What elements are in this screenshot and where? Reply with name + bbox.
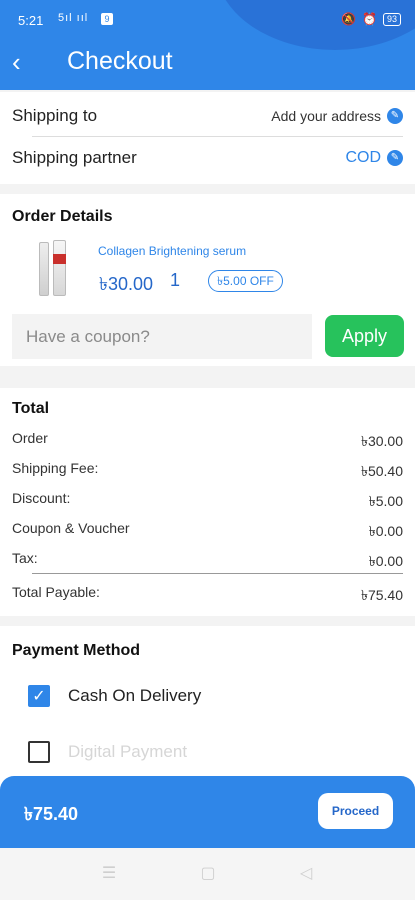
shipping-to-value[interactable]: Add your address ✎ xyxy=(271,108,403,124)
row-value: ৳30.00 xyxy=(360,433,403,449)
row-label: Order xyxy=(12,430,48,446)
divider xyxy=(32,573,403,574)
total-payable-value: ৳75.40 xyxy=(360,587,403,603)
payment-option-cod[interactable]: ✓ Cash On Delivery xyxy=(28,684,201,708)
checkout-bar: ৳75.40 Proceed xyxy=(0,776,415,848)
discount-badge: ৳5.00 OFF xyxy=(208,270,283,292)
payment-method-heading: Payment Method xyxy=(12,642,141,659)
system-nav-bar: ☰ ▢ ◁ xyxy=(0,848,415,900)
total-payable-label: Total Payable: xyxy=(12,584,100,600)
order-details-heading: Order Details xyxy=(12,208,113,225)
checkbox-checked-icon[interactable]: ✓ xyxy=(28,685,50,707)
total-row-coupon: Coupon & Voucher ৳0.00 xyxy=(12,520,403,540)
status-time: 5:21 xyxy=(18,13,44,28)
product-quantity: 1 xyxy=(170,270,181,290)
payable-amount: ৳75.40 xyxy=(24,804,79,824)
back-arrow-icon[interactable]: ‹ xyxy=(12,48,36,76)
row-label: Shipping Fee: xyxy=(12,460,99,476)
address-text: Add your address xyxy=(271,108,381,124)
payment-option-label: Cash On Delivery xyxy=(68,686,202,705)
alarm-icon: ⏰ xyxy=(362,12,377,26)
total-row-tax: Tax: ৳0.00 xyxy=(12,550,403,570)
shipping-partner-row[interactable]: Shipping partner COD ✎ xyxy=(12,138,403,178)
row-label: Coupon & Voucher xyxy=(12,520,130,536)
page-title: Checkout xyxy=(67,47,173,75)
product-name[interactable]: Collagen Brightening serum xyxy=(98,244,246,258)
home-icon[interactable]: ▢ xyxy=(196,862,220,886)
proceed-button[interactable]: Proceed xyxy=(318,793,393,829)
payment-method-section: Payment Method ✓ Cash On Delivery Digita… xyxy=(0,626,415,786)
row-label: Discount: xyxy=(12,490,71,506)
total-row-order: Order ৳30.00 xyxy=(12,430,403,450)
row-value: ৳0.00 xyxy=(368,523,403,539)
checkbox-unchecked-icon[interactable] xyxy=(28,741,50,763)
row-label: Tax: xyxy=(12,550,38,566)
row-value: ৳5.00 xyxy=(368,493,403,509)
status-right-icons: 🔕 ⏰ 93 xyxy=(341,12,401,26)
shipping-section: Shipping to Add your address ✎ Shipping … xyxy=(0,92,415,184)
product-image xyxy=(36,238,70,298)
total-row-shipping: Shipping Fee: ৳50.40 xyxy=(12,460,403,480)
app-header: 5:21 5ıl ııl 9 🔕 ⏰ 93 ‹ Checkout xyxy=(0,0,415,90)
total-row-discount: Discount: ৳5.00 xyxy=(12,490,403,510)
back-triangle-icon[interactable]: ◁ xyxy=(294,862,318,886)
edit-icon[interactable]: ✎ xyxy=(387,108,403,124)
edit-icon[interactable]: ✎ xyxy=(387,150,403,166)
product-price: ৳30.00 xyxy=(99,274,154,294)
divider xyxy=(32,136,403,137)
total-payable-row: Total Payable: ৳75.40 xyxy=(12,584,403,604)
partner-text: COD xyxy=(345,149,381,166)
sim-badge: 9 xyxy=(101,13,113,25)
total-section: Total Order ৳30.00 Shipping Fee: ৳50.40 … xyxy=(0,388,415,616)
signal-icon: 5ıl ııl xyxy=(58,12,89,24)
apply-button[interactable]: Apply xyxy=(325,315,404,357)
shipping-partner-value[interactable]: COD ✎ xyxy=(345,149,403,167)
coupon-input[interactable] xyxy=(12,314,312,359)
shipping-to-row[interactable]: Shipping to Add your address ✎ xyxy=(12,96,403,136)
shipping-partner-label: Shipping partner xyxy=(12,148,137,167)
total-heading: Total xyxy=(12,400,50,417)
status-bar: 5:21 5ıl ııl 9 🔕 ⏰ 93 xyxy=(0,0,415,38)
order-details-section: Order Details Collagen Brightening serum… xyxy=(0,194,415,366)
shipping-to-label: Shipping to xyxy=(12,106,98,125)
menu-icon[interactable]: ☰ xyxy=(97,862,121,886)
battery-icon: 93 xyxy=(382,12,401,26)
payment-option-digital[interactable]: Digital Payment xyxy=(28,740,187,764)
row-value: ৳0.00 xyxy=(368,553,403,569)
mute-icon: 🔕 xyxy=(341,12,357,26)
payment-option-label: Digital Payment xyxy=(68,742,188,761)
row-value: ৳50.40 xyxy=(360,463,403,479)
